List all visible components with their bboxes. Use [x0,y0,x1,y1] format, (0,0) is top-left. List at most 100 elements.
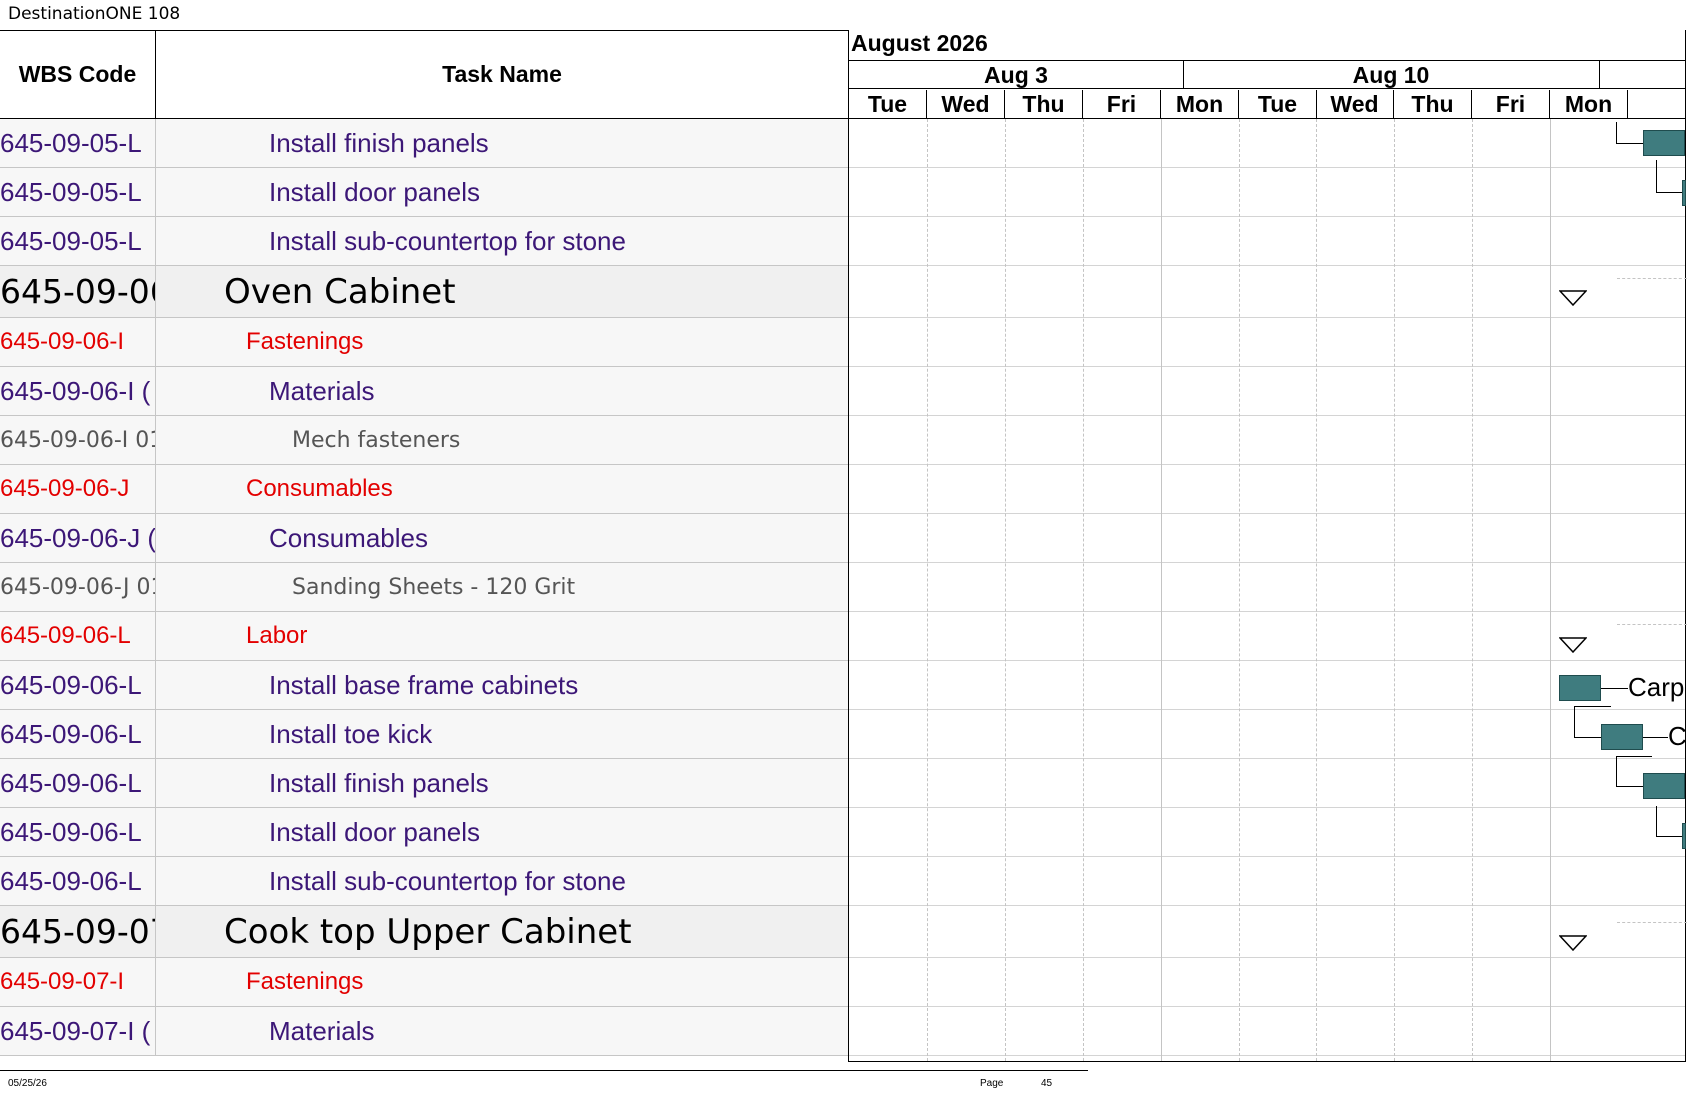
wbs-code-column-header[interactable]: WBS Code [0,31,156,118]
gantt-row-line [849,167,1685,168]
dependency-link [1601,688,1628,689]
task-row[interactable]: 645-09-05-L Install door panels [0,168,848,217]
gantt-row-line [849,562,1685,563]
timescale-day: Mon [1550,90,1628,118]
task-name-cell: Install door panels [269,176,481,207]
summary-guide-line [1617,624,1687,625]
gantt-day-gridline [1550,119,1551,1061]
task-row[interactable]: 645-09-06-L Install sub-countertop for st… [0,857,848,906]
timescale-day: Tue [1239,90,1317,118]
gantt-row-line [849,807,1685,808]
task-bar[interactable] [1643,773,1685,799]
task-bar[interactable] [1559,675,1601,701]
gantt-day-gridline [1161,119,1162,1061]
summary-guide-line [1617,922,1687,923]
gantt-row-line [849,216,1685,217]
task-row[interactable]: 645-09-06-J (Consumables [0,514,848,563]
task-row[interactable]: 645-09-06-L Install door panels [0,808,848,857]
summary-guide-line [1617,278,1687,279]
timescale-week-aug-10: Aug 10 [1352,62,1430,88]
wbs-code-cell: 645-09-07-I ( [0,1007,156,1055]
gantt-day-gridline [1472,119,1473,1061]
dependency-link [1574,706,1601,738]
task-bar[interactable] [1682,180,1686,206]
table-header: WBS Code Task Name [0,30,848,119]
task-name-cell: Install toe kick [269,718,433,749]
timescale-day: Tue [849,90,927,118]
gantt-row-line [849,265,1685,266]
gantt-row-line [849,1006,1685,1007]
task-name-column-header[interactable]: Task Name [156,31,848,118]
wbs-code-cell: 645-09-06-L [0,808,156,856]
gantt-day-gridline [1394,119,1395,1061]
task-row[interactable]: 645-09-06-L Labor [0,612,848,661]
gantt-day-gridline [1239,119,1240,1061]
gantt-row-line [849,660,1685,661]
dependency-link [1616,122,1643,144]
timescale-month: August 2026 [851,30,988,56]
task-row[interactable]: 645-09-07-I (Materials [0,1007,848,1056]
gantt-day-gridline [1316,119,1317,1061]
footer-rule [0,1070,1088,1071]
task-row[interactable]: 645-09-06-I 01 Mech fasteners [0,416,848,465]
summary-triangle-icon [1559,935,1587,951]
dependency-link [1643,737,1668,738]
gantt-row-line [849,758,1685,759]
gantt-row-line [849,513,1685,514]
task-row[interactable]: 645-09-06-L Install toe kick [0,710,848,759]
bar-resource-label: C [1668,721,1687,751]
document-title: DestinationONE 108 [8,4,181,24]
dependency-link [1616,756,1643,787]
table-divider [848,30,849,1062]
footer-page-number: 45 [1041,1078,1053,1089]
wbs-code-cell: 645-09-06-L [0,661,156,709]
gantt-day-gridline [1083,119,1084,1061]
gantt-row-line [849,317,1685,318]
timescale-divider [849,118,1685,119]
task-name-cell: Materials [269,375,375,406]
summary-row[interactable]: 645-09-06 Oven Cabinet [0,266,848,318]
task-bar[interactable] [1643,130,1685,156]
task-bar[interactable] [1601,724,1643,750]
timescale-day: Wed [927,90,1005,118]
task-name-cell: Install sub-countertop for stone [269,865,626,896]
timescale-week-aug-3: Aug 3 [984,62,1048,88]
task-table-body: 645-09-05-L Install finish panels 645-09-0… [0,119,848,1056]
gantt-row-line [849,464,1685,465]
footer-date: 05/25/26 [8,1078,47,1089]
task-bar[interactable] [1682,823,1686,849]
task-row[interactable]: 645-09-06-J 01 Sanding Sheets - 120 Grit [0,563,848,612]
task-name-cell: Cook top Upper Cabinet [224,911,632,952]
task-name-cell: Oven Cabinet [224,271,456,312]
wbs-code-cell: 645-09-06-I ( [0,367,156,415]
summary-row[interactable]: 645-09-07 Cook top Upper Cabinet [0,906,848,958]
timescale-divider [849,60,1685,61]
task-row[interactable]: 645-09-05-L Install sub-countertop for st… [0,217,848,266]
gantt-row-line [849,905,1685,906]
task-row[interactable]: 645-09-05-L Install finish panels [0,119,848,168]
timescale-day: Fri [1472,90,1550,118]
task-row[interactable]: 645-09-06-I ( Materials [0,367,848,416]
wbs-code-cell: 645-09-06-L [0,710,156,758]
gantt-row-line [849,415,1685,416]
wbs-code-cell: 645-09-07 [0,906,156,957]
wbs-code-cell: 645-09-05-L [0,168,156,216]
task-row[interactable]: 645-09-06-I Fastenings [0,318,848,367]
task-name-cell: Install finish panels [269,767,489,798]
wbs-code-cell: 645-09-06-I [0,318,156,366]
timescale-week-divider [1599,61,1600,89]
task-row[interactable]: 645-09-06-J Consumables [0,465,848,514]
task-row[interactable]: 645-09-07-I Fastenings [0,958,848,1007]
wbs-code-cell: 645-09-05-L [0,217,156,265]
footer-page-label: Page [980,1078,1004,1089]
wbs-code-cell: 645-09-06-J 01 [0,563,156,611]
gantt-row-line [849,957,1685,958]
task-row[interactable]: 645-09-06-L Install base frame cabinets [0,661,848,710]
gantt-day-gridline [1005,119,1006,1061]
bar-resource-label: Carp [1628,672,1685,702]
task-row[interactable]: 645-09-06-L Install finish panels [0,759,848,808]
wbs-code-cell: 645-09-06-L [0,612,156,660]
wbs-code-cell: 645-09-06 [0,266,156,317]
task-name-cell: Fastenings [246,968,364,995]
gantt-row-line [849,709,1685,710]
